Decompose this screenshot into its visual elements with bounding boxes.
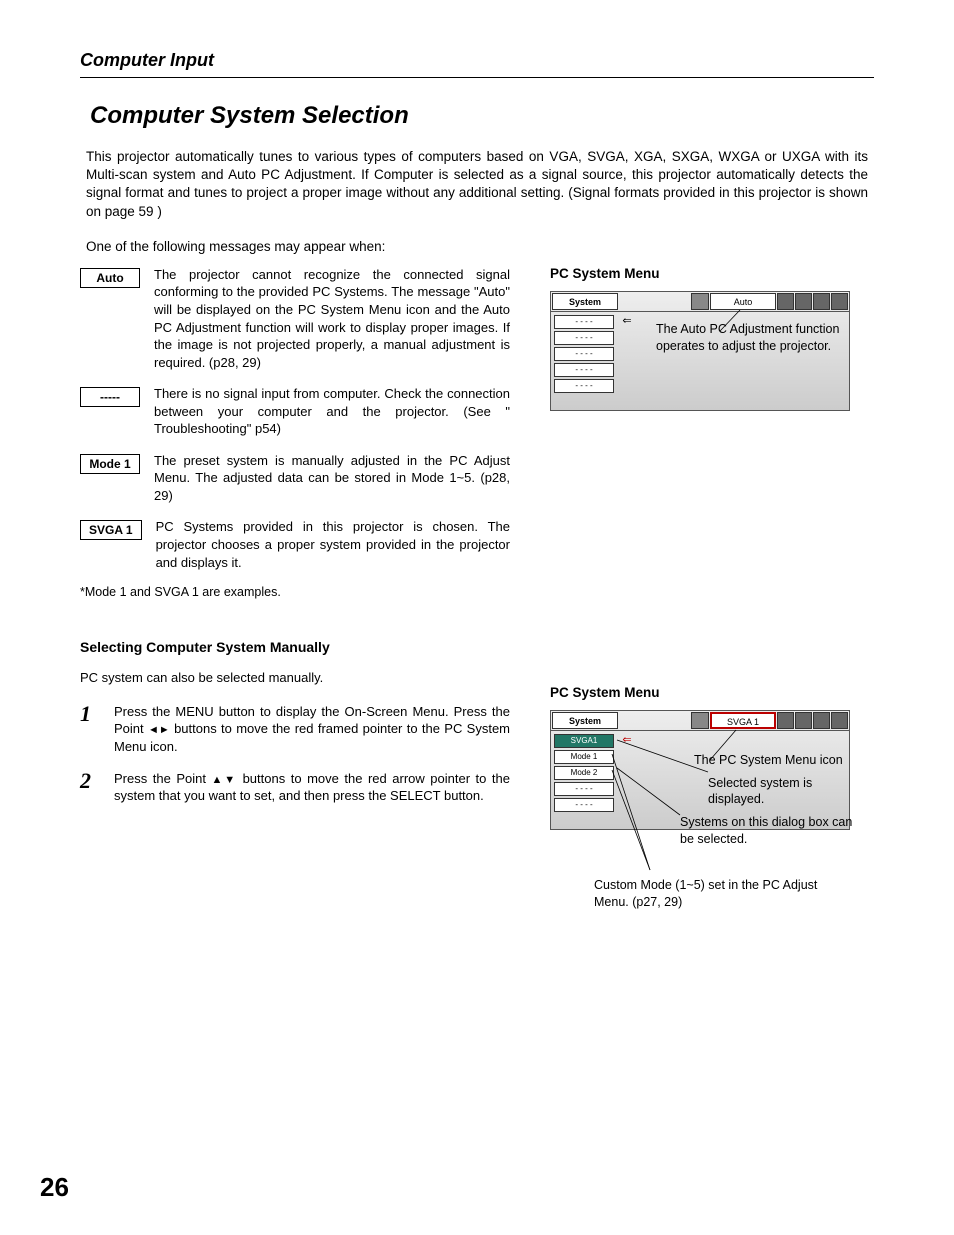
callout-custom: Custom Mode (1~5) set in the PC Adjust M… [594,877,844,911]
fig1-title: PC System Menu [550,266,874,281]
menu-icon [777,293,794,310]
message-mode1: Mode 1 The preset system is manually adj… [80,452,510,505]
message-svga1: SVGA 1 PC Systems provided in this proje… [80,518,510,571]
fig2-callouts: The PC System Menu icon Selected system … [650,752,860,854]
text-nosignal: There is no signal input from computer. … [154,385,510,438]
up-down-arrow-icon: ▲▼ [211,774,237,786]
menu-icon [691,293,709,310]
manual-page: Computer Input Computer System Selection… [0,0,954,1235]
list-item: - - - - [554,798,614,812]
callout-selected: Selected system is displayed. [650,775,860,809]
menu-icon [813,293,830,310]
list-item: Mode 2 [554,766,614,780]
label-auto: Auto [80,268,140,288]
message-auto: Auto The projector cannot recognize the … [80,266,510,371]
label-svga1: SVGA 1 [80,520,142,540]
menu-icon [777,712,794,729]
page-number: 26 [40,1172,69,1203]
pointer-arrow-icon: ⇐ [620,315,634,329]
fig1-system-label: System [552,293,618,310]
list-item: - - - - [554,347,614,361]
list-item: - - - - [554,363,614,377]
fig1-top-label: Auto [710,293,776,310]
message-nosignal: ----- There is no signal input from comp… [80,385,510,438]
list-item: - - - - [554,331,614,345]
fig2-top-label: SVGA 1 [710,712,776,729]
label-mode1: Mode 1 [80,454,140,474]
fig1-list: - - - - - - - - - - - - - - - - - - - - [554,315,614,407]
page-title: Computer System Selection [90,102,874,130]
fig2-container: System SVGA 1 SVGA1 [550,710,874,830]
callout-icon: The PC System Menu icon [650,752,860,769]
menu-icon [813,712,830,729]
menu-icon [691,712,709,729]
label-nosignal: ----- [80,387,140,407]
menu-icon [795,712,812,729]
fig1-desc: The Auto PC Adjustment function operates… [650,321,840,355]
text-mode1: The preset system is manually adjusted i… [154,452,510,505]
fig2-list: SVGA1 Mode 1 Mode 2 - - - - - - - - [554,734,614,826]
fig2-title: PC System Menu [550,685,874,700]
fig2-icons [777,712,848,729]
fig2-menubar: System SVGA 1 [551,711,849,731]
text-svga1: PC Systems provided in this projector is… [156,518,510,571]
callout-list: Systems on this dialog box can be select… [650,814,860,848]
list-item-selected: SVGA1 [554,734,614,748]
step-2-number: 2 [80,770,98,805]
menu-icon [795,293,812,310]
manual-intro: PC system can also be selected manually. [80,669,510,687]
two-column-layout: Auto The projector cannot recognize the … [80,266,874,830]
pointer-arrow-icon: ⇐ [620,734,634,748]
section-header: Computer Input [80,50,874,78]
list-item: - - - - [554,379,614,393]
step-1-number: 1 [80,703,98,756]
step-2: 2 Press the Point ▲▼ buttons to move the… [80,770,510,805]
text-auto: The projector cannot recognize the conne… [154,266,510,371]
fig1-menubar: System Auto [551,292,849,312]
left-column: Auto The projector cannot recognize the … [80,266,510,830]
left-right-arrow-icon: ◄► [148,724,170,736]
fig2-pointer-col: ⇐ [620,734,634,826]
menu-icon [831,293,848,310]
list-item: - - - - [554,782,614,796]
right-column: PC System Menu System Auto [550,266,874,830]
menu-icon [831,712,848,729]
fig2-system-label: System [552,712,618,729]
fig1-icons [777,293,848,310]
fig1-pointer-col: ⇐ [620,315,634,407]
list-item: - - - - [554,315,614,329]
step-1: 1 Press the MENU button to display the O… [80,703,510,756]
sub-intro: One of the following messages may appear… [86,239,868,254]
intro-paragraph: This projector automatically tunes to va… [86,148,868,221]
step-1-text: Press the MENU button to display the On-… [114,703,510,756]
step-2-text: Press the Point ▲▼ buttons to move the r… [114,770,510,805]
manual-heading: Selecting Computer System Manually [80,639,510,655]
list-item: Mode 1 [554,750,614,764]
footnote: *Mode 1 and SVGA 1 are examples. [80,585,510,599]
